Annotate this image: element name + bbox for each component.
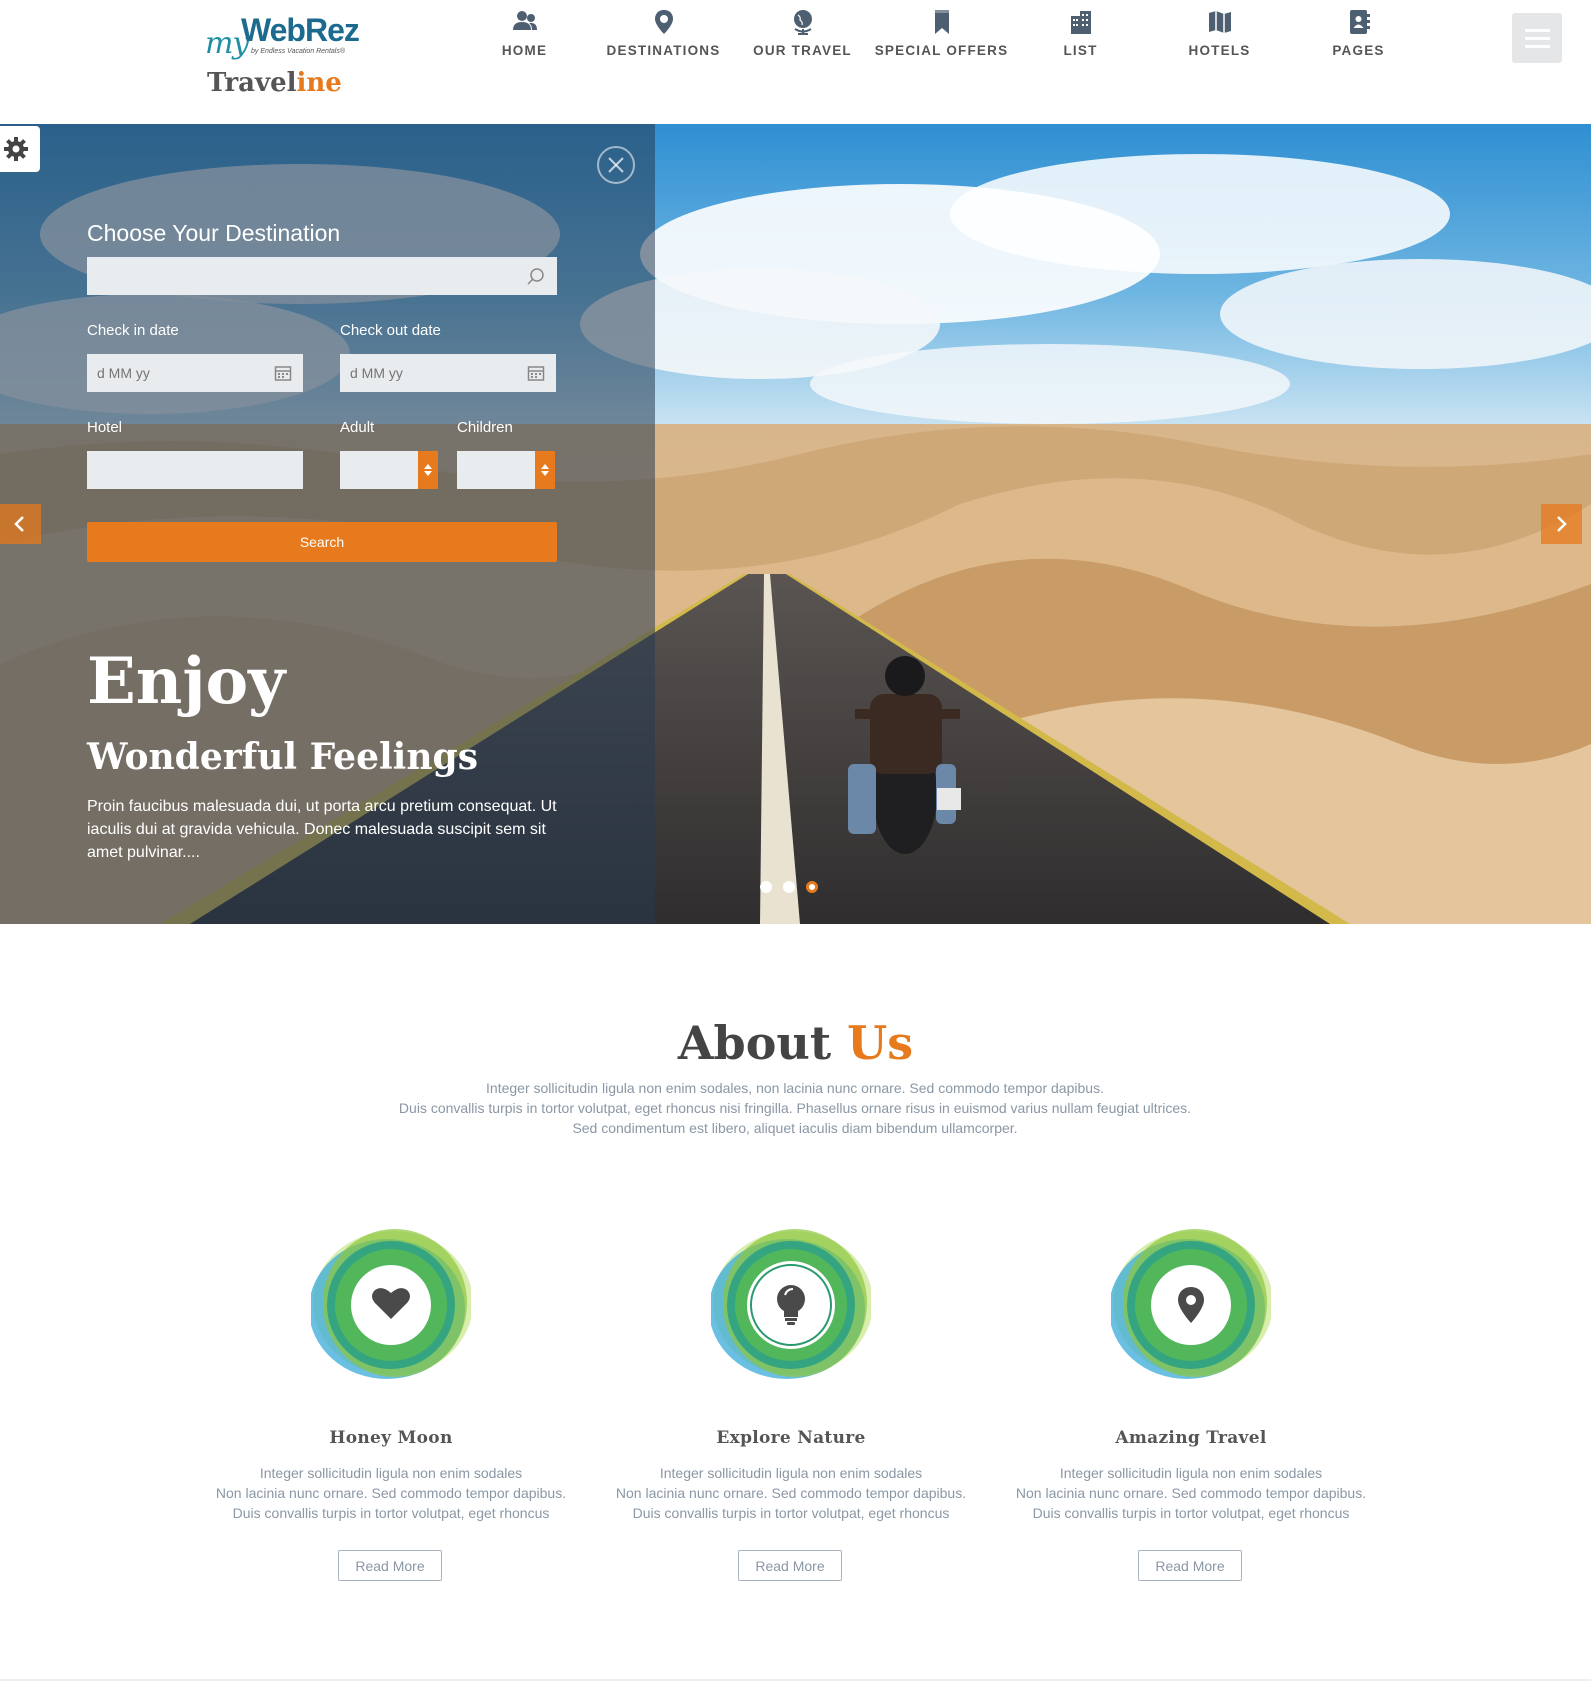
site-header: my WebRez by Endless Vacation Rentals® T… — [0, 0, 1591, 124]
slider-dot-1[interactable] — [760, 881, 772, 893]
booking-form-title: Choose Your Destination — [87, 220, 341, 246]
feature-title: Amazing Travel — [1115, 1428, 1267, 1448]
about-line: Integer sollicitudin ligula non enim sod… — [486, 1080, 1104, 1096]
nav-item-destinations[interactable]: DESTINATIONS — [594, 0, 733, 70]
feature-line: Duis convallis turpis in tortor volutpat… — [632, 1505, 950, 1521]
feature-description: Integer sollicitudin ligula non enim sod… — [991, 1463, 1391, 1523]
nav-item-special-offers[interactable]: SPECIAL OFFERS — [872, 0, 1011, 70]
hero-subtitle: Wonderful Feelings — [87, 736, 478, 778]
site-logo[interactable]: my WebRez by Endless Vacation Rentals® T… — [205, 12, 365, 102]
globe-icon — [793, 10, 812, 35]
nav-label: SPECIAL OFFERS — [874, 43, 1009, 58]
logo-wordmark-accent: ine — [296, 68, 342, 98]
about-title-main: About — [677, 1016, 832, 1070]
chevron-right-icon — [1557, 516, 1567, 532]
search-button[interactable]: Search — [87, 522, 557, 562]
feature-line: Non lacinia nunc ornare. Sed commodo tem… — [215, 1485, 567, 1501]
nav-label: OUR TRAVEL — [753, 43, 852, 58]
heart-badge — [311, 1229, 471, 1379]
users-icon — [512, 11, 537, 30]
hamburger-menu-icon-bar — [1525, 45, 1550, 48]
nav-label: HOTELS — [1188, 43, 1251, 58]
feature-line: Duis convallis turpis in tortor volutpat… — [1032, 1505, 1350, 1521]
feature-line: Integer sollicitudin ligula non enim sod… — [1059, 1465, 1323, 1481]
destination-search-input[interactable] — [87, 257, 557, 295]
adult-stepper[interactable] — [340, 451, 438, 489]
feature-description: Integer sollicitudin ligula non enim sod… — [191, 1463, 591, 1523]
close-icon — [608, 157, 624, 173]
settings-toggle-button[interactable] — [0, 126, 40, 172]
logo-tagline: by Endless Vacation Rentals® — [251, 48, 346, 55]
logo-wordmark-main: Travel — [207, 68, 297, 98]
logo-webrez: WebRez — [241, 12, 360, 48]
slider-pagination — [760, 881, 818, 893]
hamburger-menu-icon — [1525, 29, 1550, 32]
nav-item-hotels[interactable]: HOTELS — [1150, 0, 1289, 70]
hamburger-menu-icon-bar — [1525, 37, 1550, 40]
check-in-date-field[interactable] — [87, 354, 303, 392]
hamburger-menu-button[interactable] — [1512, 13, 1562, 63]
children-stepper[interactable] — [457, 451, 555, 489]
calendar-icon[interactable] — [274, 364, 292, 382]
hero-slider: Choose Your Destination Check in date Ch… — [0, 124, 1591, 924]
feature-line: Non lacinia nunc ornare. Sed commodo tem… — [1015, 1485, 1367, 1501]
close-panel-button[interactable] — [597, 146, 635, 184]
contact-book-icon — [1349, 10, 1370, 34]
about-line: Sed condimentum est libero, aliquet iacu… — [572, 1120, 1018, 1136]
slider-next-button[interactable] — [1541, 504, 1582, 544]
map-pin-icon — [654, 10, 673, 34]
main-nav: HOME DESTINATIONS OUR TRAVEL SPECIAL OFF… — [455, 0, 1428, 70]
chevron-left-icon — [14, 516, 24, 532]
nav-item-our-travel[interactable]: OUR TRAVEL — [733, 0, 872, 70]
building-icon — [1070, 11, 1091, 34]
hero-title: Enjoy — [87, 644, 286, 719]
read-more-button[interactable]: Read More — [1138, 1550, 1242, 1581]
adult-spinner-button[interactable] — [418, 451, 438, 489]
nav-label: HOME — [501, 43, 548, 58]
nav-label: PAGES — [1332, 43, 1385, 58]
adult-label: Adult — [340, 419, 375, 436]
feature-line: Integer sollicitudin ligula non enim sod… — [259, 1465, 523, 1481]
read-more-button[interactable]: Read More — [338, 1550, 442, 1581]
read-more-button[interactable]: Read More — [738, 1550, 842, 1581]
calendar-icon[interactable] — [527, 364, 545, 382]
check-out-date-field[interactable] — [340, 354, 556, 392]
map-pin-badge — [1111, 1229, 1271, 1379]
slider-dot-2[interactable] — [783, 881, 795, 893]
feature-line: Non lacinia nunc ornare. Sed commodo tem… — [615, 1485, 967, 1501]
hotel-input[interactable] — [87, 451, 303, 489]
about-line: Duis convallis turpis in tortor volutpat… — [398, 1100, 1192, 1116]
feature-title: Honey Moon — [329, 1428, 453, 1448]
about-description: Integer sollicitudin ligula non enim sod… — [345, 1078, 1245, 1138]
children-spinner-button[interactable] — [535, 451, 555, 489]
hero-description: Proin faucibus malesuada dui, ut porta a… — [87, 798, 557, 861]
logo-wordmark: Traveline — [207, 68, 342, 98]
slider-prev-button[interactable] — [0, 504, 41, 544]
spinner-arrows-icon — [424, 464, 432, 476]
feature-line: Integer sollicitudin ligula non enim sod… — [659, 1465, 923, 1481]
nav-item-pages[interactable]: PAGES — [1289, 0, 1428, 70]
nav-item-home[interactable]: HOME — [455, 0, 594, 70]
bookmark-icon — [934, 10, 949, 34]
slider-dot-3[interactable] — [806, 881, 818, 893]
nav-label: LIST — [1063, 43, 1098, 58]
feature-line: Duis convallis turpis in tortor volutpat… — [232, 1505, 550, 1521]
nav-item-list[interactable]: LIST — [1011, 0, 1150, 70]
check-out-label: Check out date — [340, 322, 441, 339]
search-icon[interactable] — [526, 267, 546, 287]
map-icon — [1208, 11, 1231, 33]
feature-description: Integer sollicitudin ligula non enim sod… — [591, 1463, 991, 1523]
spinner-arrows-icon — [541, 464, 549, 476]
children-label: Children — [457, 419, 513, 436]
about-title-accent: Us — [847, 1016, 914, 1070]
check-in-label: Check in date — [87, 322, 179, 339]
gear-icon — [4, 137, 28, 161]
lightbulb-badge — [711, 1229, 871, 1379]
hotel-label: Hotel — [87, 419, 123, 436]
feature-title: Explore Nature — [716, 1428, 866, 1448]
nav-label: DESTINATIONS — [606, 43, 721, 58]
about-title: About Us — [0, 1016, 1591, 1070]
